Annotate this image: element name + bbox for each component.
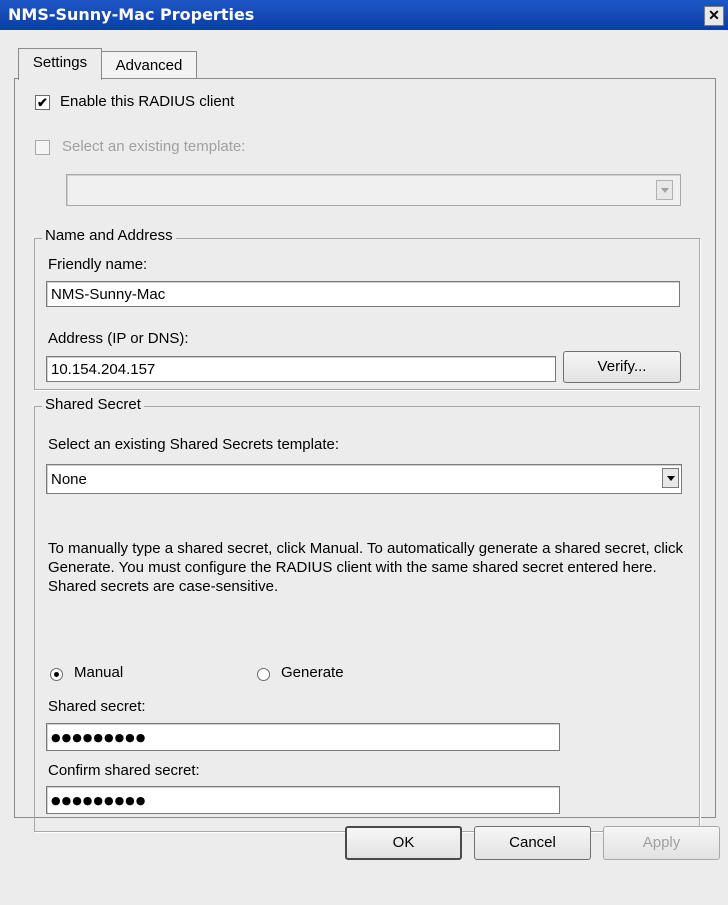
secret-template-select[interactable]: None — [46, 464, 682, 494]
manual-radio-label: Manual — [74, 664, 124, 681]
generate-radio-label: Generate — [281, 664, 344, 681]
address-label: Address (IP or DNS): — [48, 330, 189, 347]
window-title: NMS-Sunny-Mac Properties — [8, 5, 255, 24]
chevron-down-icon[interactable] — [662, 468, 679, 488]
select-template-checkbox — [35, 140, 50, 155]
close-icon[interactable]: ✕ — [704, 6, 724, 26]
tab-advanced[interactable]: Advanced — [101, 51, 197, 80]
chevron-down-icon — [656, 180, 673, 200]
manual-radio[interactable] — [50, 668, 63, 681]
cancel-button[interactable]: Cancel — [474, 826, 591, 860]
shared-secret-field[interactable]: ●●●●●●●●● — [46, 723, 560, 751]
name-address-legend: Name and Address — [42, 227, 176, 244]
generate-radio[interactable] — [257, 668, 270, 681]
tab-settings[interactable]: Settings — [18, 48, 102, 80]
enable-client-label: Enable this RADIUS client — [60, 93, 235, 110]
friendly-name-label: Friendly name: — [48, 256, 148, 273]
template-dropdown — [66, 174, 681, 206]
shared-secret-label: Shared secret: — [48, 698, 146, 715]
secret-template-label: Select an existing Shared Secrets templa… — [48, 436, 339, 453]
shared-secret-info-text: To manually type a shared secret, click … — [48, 540, 684, 595]
confirm-secret-field[interactable]: ●●●●●●●●● — [46, 786, 560, 814]
shared-secret-legend: Shared Secret — [42, 396, 144, 413]
address-field[interactable]: 10.154.204.157 — [46, 356, 556, 382]
friendly-name-field[interactable]: NMS-Sunny-Mac — [46, 281, 680, 307]
select-template-label: Select an existing template: — [62, 138, 246, 155]
apply-button: Apply — [603, 826, 720, 860]
ok-button[interactable]: OK — [345, 826, 462, 860]
confirm-secret-label: Confirm shared secret: — [48, 762, 200, 779]
verify-button[interactable]: Verify... — [563, 351, 681, 383]
enable-client-checkbox[interactable]: ✔ — [35, 95, 50, 110]
